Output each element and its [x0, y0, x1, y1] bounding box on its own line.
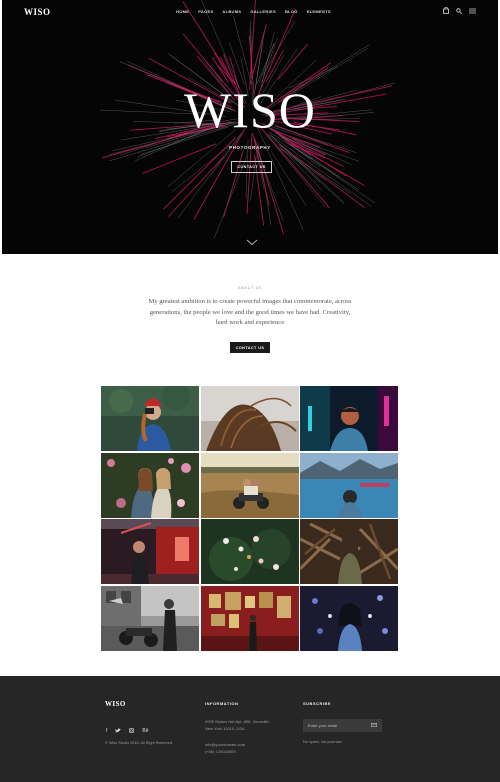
footer-address-line2: New York 10010, USA: [205, 726, 245, 731]
footer-logo[interactable]: WISO: [105, 700, 126, 708]
footer-email[interactable]: info@yourdomain.com: [205, 741, 245, 748]
burst-line: [168, 155, 225, 217]
gallery-photo-red-gallery[interactable]: [200, 585, 299, 651]
instagram-icon[interactable]: [129, 728, 135, 735]
information-heading: INFORMATION: [205, 701, 239, 706]
menu-icon[interactable]: [469, 8, 476, 17]
hero-section: WISO HOME PAGES ALBUMS GALLERIES BLOG EL…: [2, 0, 498, 254]
nav-icons: [443, 6, 476, 17]
gallery-photo-motorcycle-street[interactable]: [101, 585, 199, 651]
burst-line: [277, 43, 309, 80]
no-spam-note: No spam, we promise: [303, 739, 342, 744]
about-label: ABOUT US: [237, 286, 263, 290]
burst-line: [233, 16, 252, 85]
twitter-icon[interactable]: [115, 728, 122, 735]
footer-copyright: © Wiso Studio 2018. All Right Reserved.: [105, 741, 174, 745]
behance-icon[interactable]: Bē: [142, 728, 148, 735]
burst-line: [206, 61, 223, 83]
social-links: f Bē: [106, 728, 149, 735]
gallery-photo-woman-camera[interactable]: [101, 386, 199, 451]
envelope-icon[interactable]: [371, 722, 377, 729]
subscribe-heading: SUBSCRIBE: [303, 701, 332, 706]
burst-line: [279, 144, 365, 209]
burst-line: [252, 24, 267, 74]
gallery-photo-women-flowers[interactable]: [101, 452, 199, 518]
gallery-photo-woman-wood[interactable]: [300, 519, 398, 584]
footer-address-line1: 2005 Stokes Isle Apt. 896, Venaville,: [205, 719, 270, 724]
main-menu: HOME PAGES ALBUMS GALLERIES BLOG ELEMENT…: [176, 9, 331, 14]
photo-gallery: [101, 386, 398, 651]
burst-line: [193, 129, 245, 220]
bag-icon[interactable]: [443, 6, 449, 17]
gallery-photo-flowers-dark[interactable]: [200, 519, 299, 584]
menu-item-elements[interactable]: ELEMENTS: [307, 9, 331, 14]
subscribe-email-input[interactable]: [308, 723, 368, 728]
menu-item-blog[interactable]: BLOG: [285, 9, 298, 14]
site-logo[interactable]: WISO: [24, 7, 51, 17]
top-navigation: WISO HOME PAGES ALBUMS GALLERIES BLOG EL…: [2, 0, 498, 22]
gallery-photo-woman-red-neon[interactable]: [101, 519, 199, 584]
gallery-photo-woman-blue-flowers[interactable]: [300, 585, 398, 651]
site-footer: [0, 676, 500, 782]
hero-contact-button[interactable]: CONTACT US: [231, 161, 272, 173]
hero-subtitle: PHOTOGRAPHY: [229, 145, 271, 150]
menu-item-albums[interactable]: ALBUMS: [222, 9, 241, 14]
menu-item-home[interactable]: HOME: [176, 9, 189, 14]
footer-phone[interactable]: (+68) 120034509: [205, 748, 236, 755]
search-icon[interactable]: [456, 7, 462, 17]
gallery-photo-lake-mountains[interactable]: [300, 452, 398, 518]
burst-line: [256, 148, 284, 222]
gallery-photo-man-neon[interactable]: [300, 386, 398, 451]
menu-item-galleries[interactable]: GALLERIES: [250, 9, 276, 14]
menu-item-pages[interactable]: PAGES: [198, 9, 213, 14]
gallery-photo-couple-motorcycle[interactable]: [200, 452, 299, 518]
scroll-down-chevron-icon[interactable]: [246, 239, 258, 246]
gallery-photo-hair-closeup[interactable]: [200, 386, 299, 451]
about-text: My greatest ambition is to create powerf…: [148, 298, 352, 327]
hero-title: WISO: [184, 82, 316, 138]
facebook-icon[interactable]: f: [106, 728, 107, 735]
subscribe-field: [303, 719, 382, 732]
about-contact-button[interactable]: CONTACT US: [230, 342, 270, 353]
